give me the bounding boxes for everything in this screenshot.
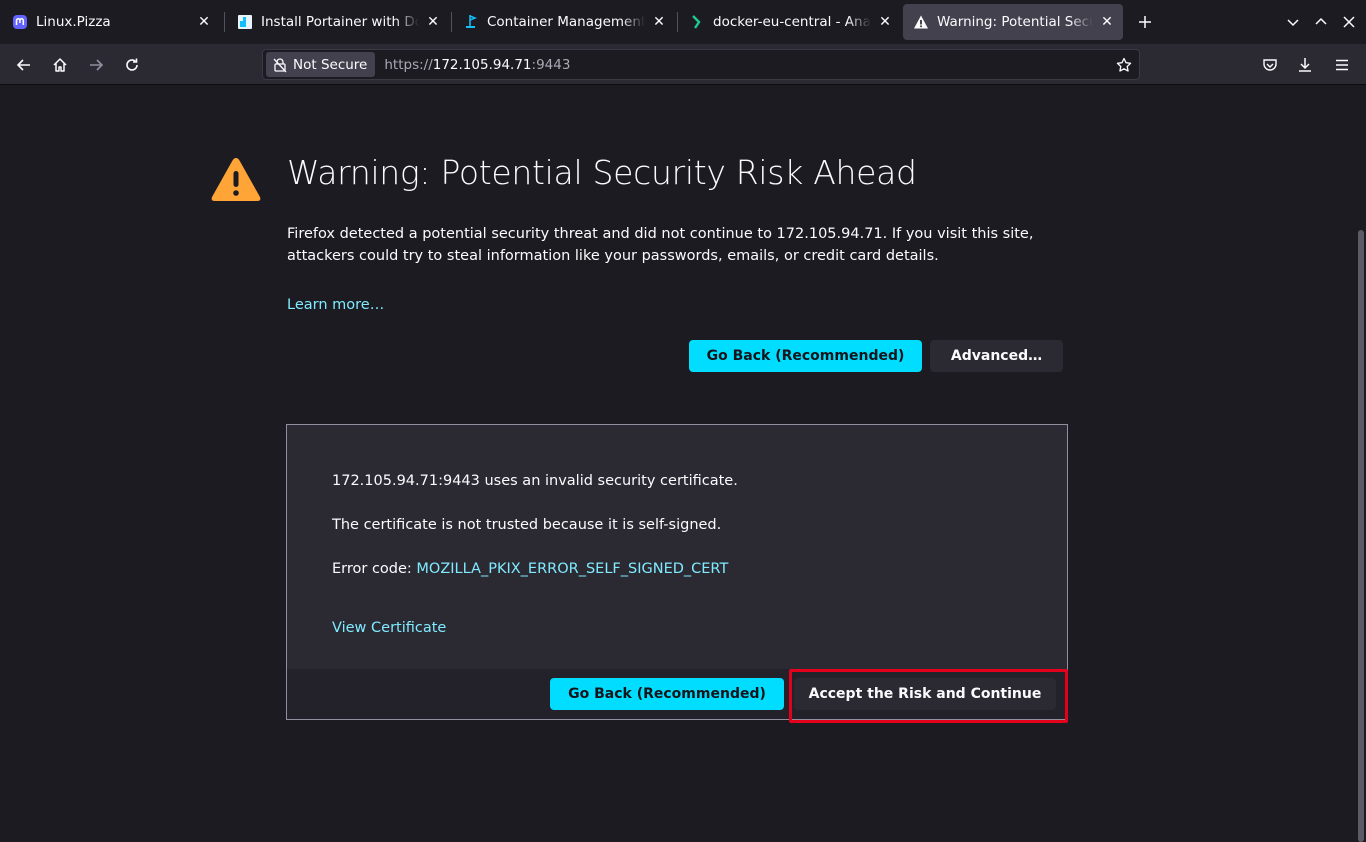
view-certificate-link[interactable]: View Certificate: [332, 620, 446, 636]
downloads-button[interactable]: [1292, 52, 1318, 78]
home-button[interactable]: [47, 52, 73, 78]
go-back-button[interactable]: Go Back (Recommended): [689, 340, 922, 372]
hamburger-menu-icon: [1336, 59, 1348, 71]
tab-separator: [451, 12, 452, 32]
go-back-button-secondary[interactable]: Go Back (Recommended): [550, 678, 784, 710]
close-window-button[interactable]: [1337, 10, 1361, 34]
close-icon[interactable]: ✕: [196, 14, 212, 30]
advanced-panel: 172.105.94.71:9443 uses an invalid secur…: [286, 424, 1068, 720]
bookmark-button[interactable]: [1115, 56, 1133, 74]
page-content: Warning: Potential Security Risk Ahead F…: [0, 85, 1366, 842]
portainer-icon: [237, 14, 253, 30]
menu-button[interactable]: [1329, 52, 1355, 78]
error-code-label: Error code:: [332, 561, 417, 577]
list-all-tabs-button[interactable]: [1281, 10, 1305, 34]
error-code-line: Error code: MOZILLA_PKIX_ERROR_SELF_SIGN…: [332, 561, 728, 577]
warning-icon: [211, 158, 261, 201]
tab-linux-pizza[interactable]: Linux.Pizza ✕: [2, 4, 220, 40]
tab-container-management[interactable]: Container Management | Portainer ✕: [453, 4, 675, 40]
error-code-link[interactable]: MOZILLA_PKIX_ERROR_SELF_SIGNED_CERT: [416, 561, 728, 577]
tab-strip: Linux.Pizza ✕ Install Portainer with Doc…: [0, 0, 1366, 44]
tab-security-warning[interactable]: Warning: Potential Security Risk Ahead ✕: [903, 4, 1123, 40]
reload-icon: [126, 58, 138, 71]
tab-separator: [677, 12, 678, 32]
learn-more-link[interactable]: Learn more…: [287, 297, 384, 313]
arrow-right-icon: [90, 59, 104, 71]
analytics-icon: [689, 14, 705, 30]
tab-separator: [224, 12, 225, 32]
page-title: Warning: Potential Security Risk Ahead: [287, 153, 917, 192]
navigation-toolbar: Not Secure https://172.105.94.71:9443: [0, 44, 1366, 85]
intro-text: Firefox detected a potential security th…: [287, 226, 1034, 264]
url-text[interactable]: https://172.105.94.71:9443: [384, 57, 570, 73]
new-tab-button[interactable]: [1133, 10, 1157, 34]
pocket-button[interactable]: [1257, 52, 1283, 78]
close-icon[interactable]: ✕: [651, 14, 667, 30]
chevron-up-icon: [1315, 17, 1327, 25]
scrollbar[interactable]: [1358, 230, 1364, 842]
tab-docker-eu-central[interactable]: docker-eu-central - Analytics ✕: [679, 4, 901, 40]
broken-lock-icon: [272, 57, 288, 73]
arrow-left-icon: [16, 59, 30, 71]
advanced-panel-footer: Go Back (Recommended) Accept the Risk an…: [287, 669, 1067, 719]
advanced-button[interactable]: Advanced…: [930, 340, 1063, 372]
tab-install-portainer[interactable]: Install Portainer with Docker ✕: [227, 4, 449, 40]
back-button[interactable]: [11, 52, 37, 78]
not-secure-label: Not Secure: [293, 56, 368, 73]
accept-risk-button[interactable]: Accept the Risk and Continue: [794, 678, 1056, 710]
not-trusted-text: The certificate is not trusted because i…: [332, 517, 722, 533]
reload-button[interactable]: [119, 52, 145, 78]
portainer-whale-icon: [463, 14, 479, 30]
plus-icon: [1139, 16, 1151, 28]
pocket-icon: [1263, 59, 1277, 71]
close-icon[interactable]: ✕: [425, 14, 441, 30]
url-bar[interactable]: Not Secure https://172.105.94.71:9443: [262, 49, 1140, 80]
star-icon: [1116, 57, 1132, 72]
not-secure-indicator[interactable]: Not Secure: [266, 52, 376, 77]
chevron-down-icon: [1287, 19, 1299, 27]
forward-button[interactable]: [83, 52, 109, 78]
mastodon-icon: [12, 14, 28, 30]
invalid-cert-text: 172.105.94.71:9443 uses an invalid secur…: [332, 473, 738, 489]
home-icon: [53, 58, 67, 72]
close-icon: [1343, 16, 1355, 28]
warning-icon: [913, 14, 929, 30]
close-icon[interactable]: ✕: [877, 14, 893, 30]
download-icon: [1299, 58, 1311, 72]
minimize-button[interactable]: [1309, 10, 1333, 34]
close-icon[interactable]: ✕: [1099, 14, 1115, 30]
